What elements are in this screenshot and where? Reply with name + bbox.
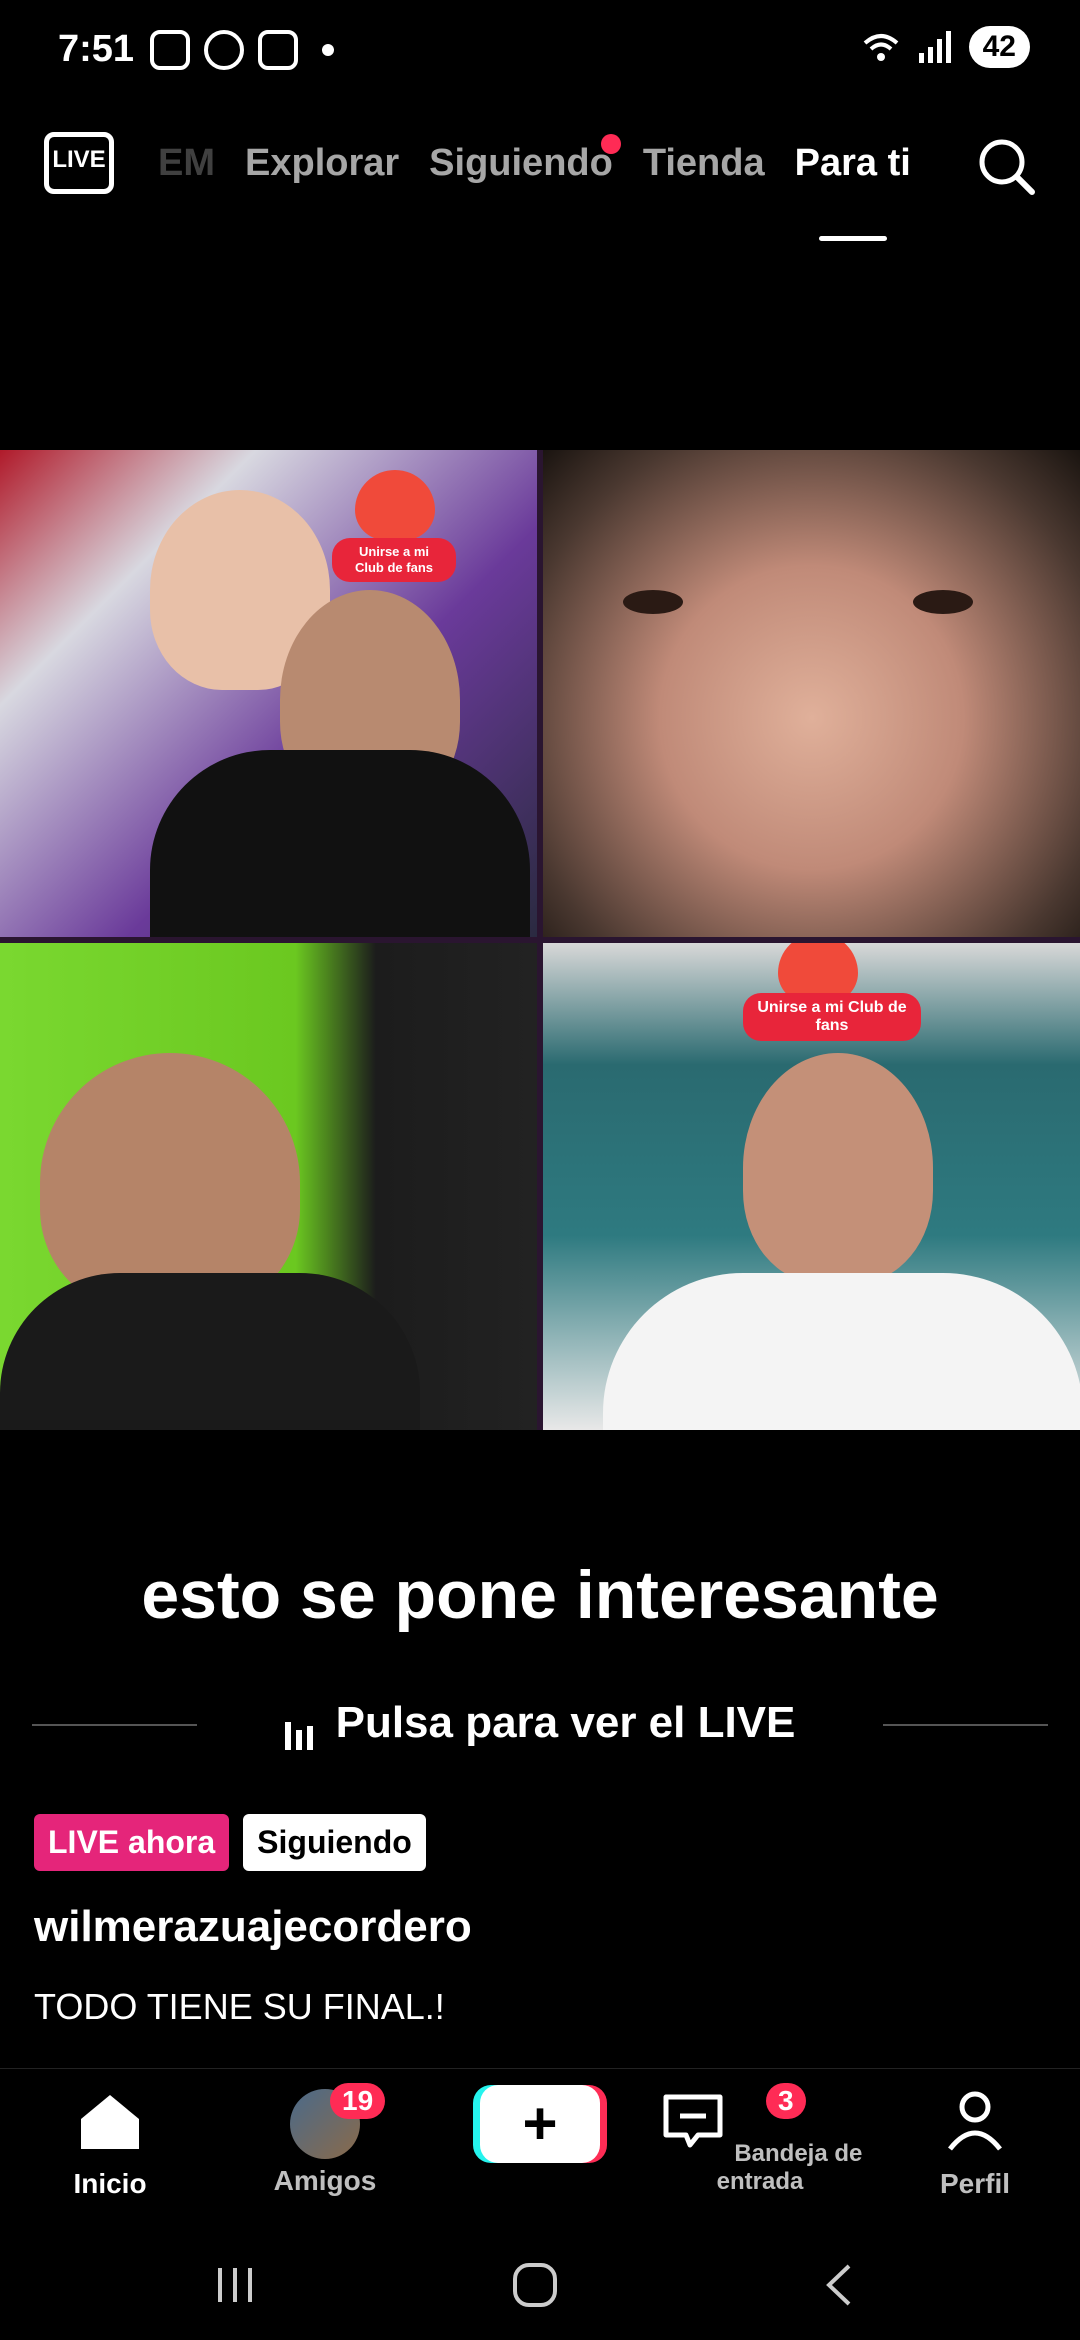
notification-dot	[600, 134, 621, 154]
live-video-grid[interactable]: Unirse a mi Club de fans Unirse a mi Clu…	[0, 450, 1080, 1430]
streamer-face	[743, 1053, 933, 1283]
streamer-body	[150, 750, 530, 937]
nav-perfil[interactable]: Perfil	[920, 2089, 1030, 2200]
video-cell-3[interactable]	[0, 943, 537, 1430]
fan-club-badge[interactable]: Unirse a mi Club de fans	[743, 993, 921, 1041]
username[interactable]: wilmerazuajecordero	[34, 1902, 472, 1952]
fan-club-heart-icon	[355, 470, 435, 540]
app-notification-icon	[258, 30, 298, 70]
bottom-nav: Inicio 19 Amigos + 3 Bandeja de entrada …	[0, 2068, 1080, 2239]
top-nav: LIVE EM Explorar Siguiendo Tienda Para t…	[0, 120, 1080, 241]
nav-inicio-label: Inicio	[73, 2168, 147, 2199]
status-time: 7:51	[58, 28, 135, 70]
eye-left	[623, 590, 683, 614]
streamer-body	[0, 1273, 420, 1430]
tab-tienda[interactable]: Tienda	[643, 142, 765, 185]
plus-icon: +	[522, 2090, 558, 2157]
screenshot-icon	[150, 30, 190, 70]
tab-siguiendo-label: Siguiendo	[429, 142, 613, 184]
divider-right	[883, 1724, 1048, 1726]
live-icon-label: LIVE	[52, 146, 106, 173]
more-notifications-icon	[322, 44, 334, 56]
whatsapp-icon	[204, 30, 244, 70]
post-description: TODO TIENE SU FINAL.!	[34, 1986, 445, 2027]
inbox-count-badge: 3	[766, 2083, 806, 2119]
following-badge[interactable]: Siguiendo	[243, 1814, 426, 1871]
tab-siguiendo[interactable]: Siguiendo	[429, 134, 621, 185]
video-cell-4[interactable]: Unirse a mi Club de fans	[543, 943, 1080, 1430]
nav-bandeja[interactable]: 3 Bandeja de entrada	[640, 2083, 880, 2196]
signal-icon	[918, 31, 951, 63]
profile-icon	[948, 2091, 1002, 2151]
nav-amigos-label: Amigos	[273, 2165, 377, 2196]
eye-right	[913, 590, 973, 614]
streamer-body	[603, 1273, 1080, 1430]
nav-amigos[interactable]: 19 Amigos	[260, 2083, 390, 2197]
recent-apps-icon[interactable]	[210, 2260, 260, 2310]
fan-club-badge[interactable]: Unirse a mi Club de fans	[332, 538, 456, 582]
video-cell-1[interactable]: Unirse a mi Club de fans	[0, 450, 537, 937]
watch-live-prompt[interactable]: Pulsa para ver el LIVE	[0, 1698, 1080, 1758]
tab-explorar[interactable]: Explorar	[245, 142, 399, 185]
live-bars-icon	[284, 1700, 318, 1751]
nav-perfil-label: Perfil	[939, 2168, 1011, 2199]
inbox-icon	[663, 2094, 723, 2148]
live-now-badge[interactable]: LIVE ahora	[34, 1814, 230, 1871]
tab-em[interactable]: EM	[158, 142, 215, 185]
nav-inicio[interactable]: Inicio	[60, 2089, 160, 2200]
feed-tabs: EM Explorar Siguiendo Tienda Para ti	[158, 134, 911, 241]
system-nav	[0, 2238, 1080, 2340]
video-cell-2[interactable]	[543, 450, 1080, 937]
status-bar: 7:51 42	[0, 0, 1080, 100]
home-system-icon[interactable]	[510, 2260, 560, 2310]
create-button[interactable]: +	[480, 2085, 600, 2163]
post-badges: LIVE ahora Siguiendo	[34, 1814, 426, 1871]
nav-bandeja-label: Bandeja de entrada	[716, 2140, 863, 2195]
home-icon	[81, 2095, 139, 2149]
video-caption: esto se pone interesante	[141, 1557, 939, 1633]
live-icon[interactable]: LIVE	[44, 132, 114, 194]
wifi-icon	[863, 34, 898, 61]
watch-live-text: Pulsa para ver el LIVE	[335, 1698, 796, 1747]
search-icon[interactable]	[976, 136, 1036, 196]
tab-para-ti[interactable]: Para ti	[795, 142, 911, 241]
status-right: 42	[861, 26, 1030, 68]
status-icons	[150, 30, 334, 70]
friends-count-badge: 19	[330, 2083, 386, 2119]
battery-indicator: 42	[968, 26, 1030, 68]
back-icon[interactable]	[815, 2260, 865, 2310]
